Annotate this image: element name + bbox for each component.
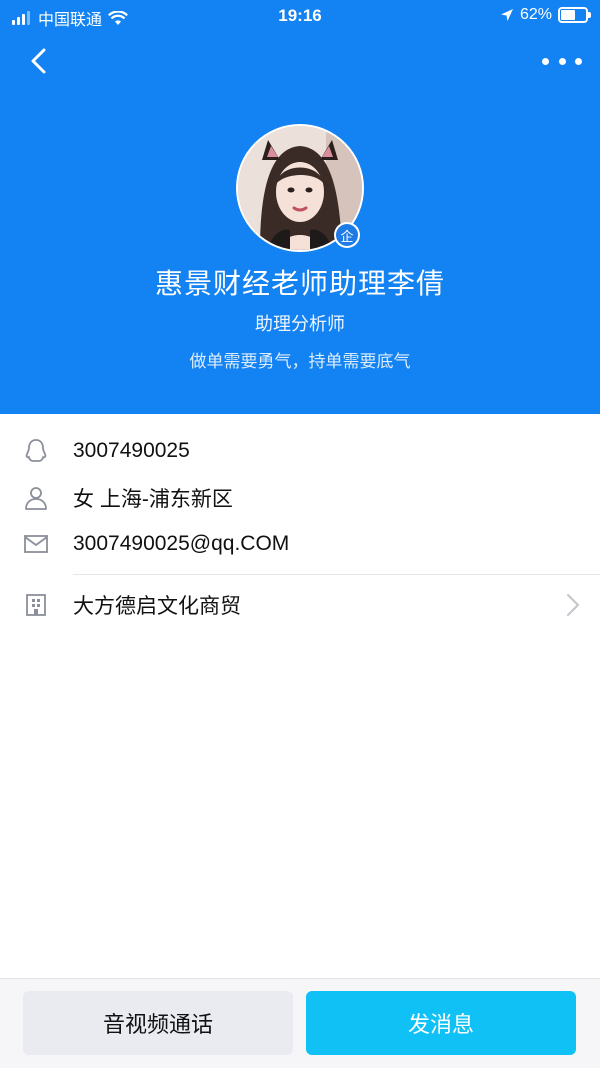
battery-icon	[558, 7, 591, 23]
profile-title: 助理分析师	[255, 314, 345, 335]
dot-icon	[542, 57, 549, 65]
profile-name: 惠景财经老师助理李倩	[154, 267, 445, 300]
divider	[73, 574, 600, 575]
chevron-right-icon	[567, 594, 579, 616]
gender-location: 女 上海-浦东新区	[73, 488, 233, 511]
avatar[interactable]: 企	[236, 124, 364, 252]
qq-number-row[interactable]: 3007490025	[0, 427, 600, 475]
profile-header: 中国联通 19:16 62% 企 惠景财经老师助理李倩 助理分析师 做单需要勇气…	[0, 0, 600, 414]
company-name: 大方德启文化商贸	[73, 595, 241, 618]
gender-location-row: 女 上海-浦东新区	[0, 474, 600, 522]
company-row[interactable]: 大方德启文化商贸	[0, 581, 600, 629]
location-arrow-icon	[500, 9, 513, 21]
qq-penguin-icon	[22, 437, 50, 465]
user-icon	[22, 484, 50, 512]
status-bar: 中国联通 19:16 62%	[0, 0, 600, 32]
back-button[interactable]	[22, 44, 58, 80]
building-icon	[22, 591, 50, 619]
video-call-button[interactable]: 音视频通话	[23, 991, 293, 1055]
chevron-left-icon	[31, 48, 46, 74]
email-row[interactable]: 3007490025@qq.COM	[0, 520, 600, 568]
enterprise-badge-label: 企	[336, 224, 358, 246]
more-options-button[interactable]	[542, 46, 582, 76]
qq-number: 3007490025	[73, 439, 190, 462]
mail-icon	[22, 530, 50, 558]
enterprise-badge: 企	[334, 222, 360, 248]
send-message-button[interactable]: 发消息	[306, 991, 576, 1055]
bottom-action-bar: 音视频通话 发消息	[0, 978, 600, 1068]
dot-icon	[558, 57, 566, 65]
profile-signature: 做单需要勇气，持单需要底气	[189, 352, 411, 372]
email-address: 3007490025@qq.COM	[73, 532, 290, 555]
battery-percent: 62%	[519, 6, 552, 23]
dot-icon	[575, 57, 582, 65]
